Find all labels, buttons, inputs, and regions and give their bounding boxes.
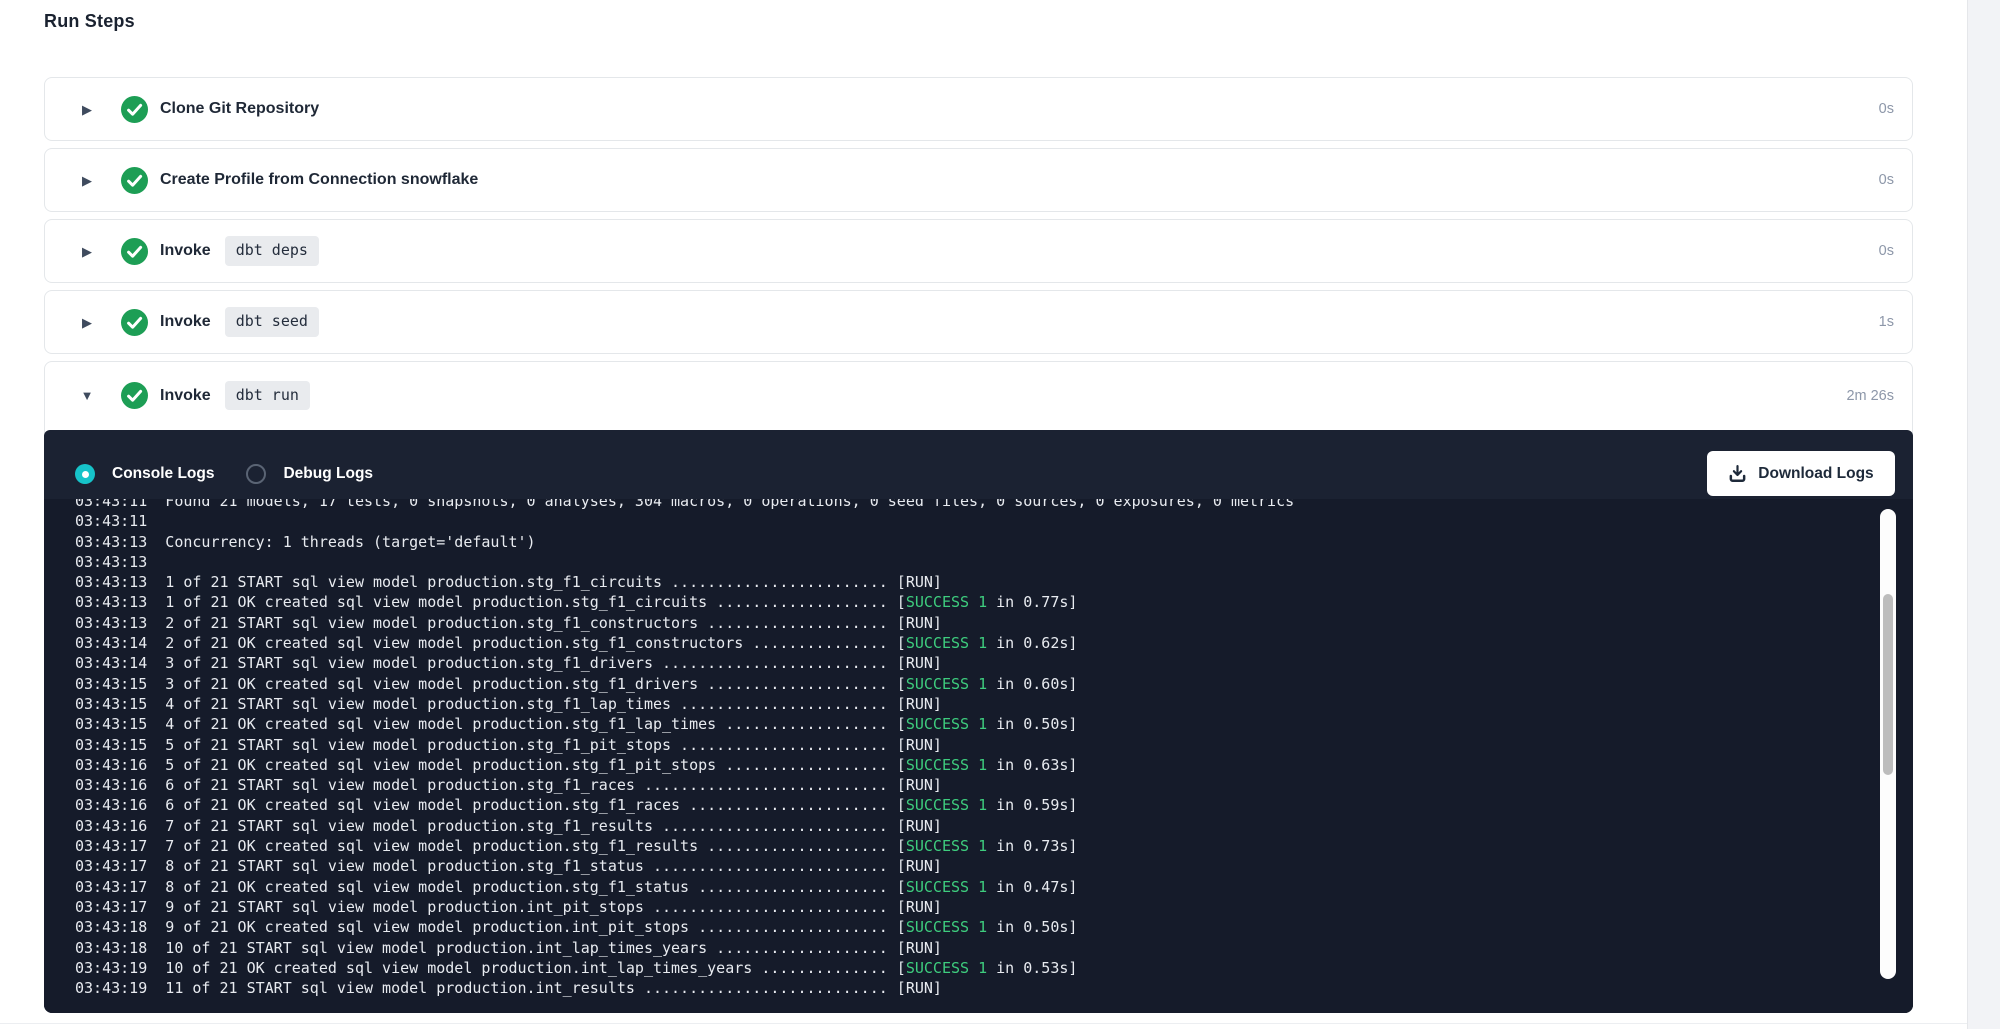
step-duration: 2m 26s (1846, 388, 1894, 404)
step-duration: 1s (1879, 314, 1894, 330)
log-line: 03:43:17 8 of 21 START sql view model pr… (75, 856, 1869, 876)
chevron-down-icon[interactable]: ▼ (79, 389, 95, 402)
log-line: 03:43:14 3 of 21 START sql view model pr… (75, 653, 1869, 673)
terminal-scrollbar-thumb[interactable] (1883, 594, 1893, 775)
log-line: 03:43:13 1 of 21 OK created sql view mod… (75, 592, 1869, 612)
right-gutter (1967, 0, 2000, 1029)
log-panel: Console Logs Debug Logs Download Logs 03… (44, 430, 1913, 1013)
log-line: 03:43:16 7 of 21 START sql view model pr… (75, 816, 1869, 836)
step-command-badge: dbt deps (225, 236, 319, 266)
chevron-right-icon[interactable]: ▶ (79, 245, 95, 258)
success-check-icon (121, 309, 148, 336)
step-title: Create Profile from Connection snowflake (160, 171, 478, 189)
step-title: Invoke (160, 242, 211, 260)
log-line: 03:43:19 10 of 21 OK created sql view mo… (75, 958, 1869, 978)
log-line: 03:43:18 9 of 21 OK created sql view mod… (75, 917, 1869, 937)
log-line: 03:43:13 2 of 21 START sql view model pr… (75, 613, 1869, 633)
radio-unselected-icon (246, 464, 266, 484)
log-line: 03:43:13 (75, 552, 1869, 572)
debug-logs-radio[interactable]: Debug Logs (246, 464, 373, 484)
terminal-log: 03:43:11 Found 21 models, 17 tests, 0 sn… (75, 499, 1869, 998)
log-line: 03:43:16 6 of 21 START sql view model pr… (75, 775, 1869, 795)
step-command-badge: dbt run (225, 381, 310, 411)
download-icon (1728, 464, 1747, 483)
chevron-right-icon[interactable]: ▶ (79, 316, 95, 329)
step-title: Clone Git Repository (160, 100, 319, 118)
log-line: 03:43:17 8 of 21 OK created sql view mod… (75, 877, 1869, 897)
step-duration: 0s (1879, 172, 1894, 188)
step-row[interactable]: ▶ Create Profile from Connection snowfla… (45, 149, 1912, 211)
success-check-icon (121, 167, 148, 194)
step-duration: 0s (1879, 101, 1894, 117)
run-step-dbt-deps: ▶ Invoke dbt deps 0s (44, 219, 1913, 283)
log-line: 03:43:17 7 of 21 OK created sql view mod… (75, 836, 1869, 856)
chevron-right-icon[interactable]: ▶ (79, 174, 95, 187)
success-check-icon (121, 96, 148, 123)
success-check-icon (121, 382, 148, 409)
step-title: Invoke (160, 313, 211, 331)
step-title: Invoke (160, 387, 211, 405)
log-line: 03:43:17 9 of 21 START sql view model pr… (75, 897, 1869, 917)
step-row[interactable]: ▶ Invoke dbt deps 0s (45, 220, 1912, 282)
radio-selected-icon (75, 464, 95, 484)
bottom-divider (0, 1023, 1967, 1024)
step-command-badge: dbt seed (225, 307, 319, 337)
log-line: 03:43:15 5 of 21 START sql view model pr… (75, 735, 1869, 755)
run-steps-page: Run Steps ▶ Clone Git Repository 0s ▶ Cr… (0, 0, 2000, 1029)
log-line: 03:43:13 1 of 21 START sql view model pr… (75, 572, 1869, 592)
log-line: 03:43:16 6 of 21 OK created sql view mod… (75, 795, 1869, 815)
step-row[interactable]: ▼ Invoke dbt run 2m 26s (45, 362, 1912, 429)
log-line: 03:43:16 5 of 21 OK created sql view mod… (75, 755, 1869, 775)
run-step-dbt-run: ▼ Invoke dbt run 2m 26s Console Logs Deb… (44, 361, 1913, 1013)
log-line: 03:43:15 3 of 21 OK created sql view mod… (75, 674, 1869, 694)
download-logs-label: Download Logs (1758, 465, 1873, 483)
log-line: 03:43:19 11 of 21 START sql view model p… (75, 978, 1869, 998)
debug-logs-label: Debug Logs (283, 465, 373, 483)
console-logs-label: Console Logs (112, 465, 214, 483)
log-line: 03:43:13 Concurrency: 1 threads (target=… (75, 532, 1869, 552)
success-check-icon (121, 238, 148, 265)
run-step-dbt-seed: ▶ Invoke dbt seed 1s (44, 290, 1913, 354)
step-row[interactable]: ▶ Clone Git Repository 0s (45, 78, 1912, 140)
log-line: 03:43:15 4 of 21 OK created sql view mod… (75, 714, 1869, 734)
log-line: 03:43:18 10 of 21 START sql view model p… (75, 938, 1869, 958)
step-row[interactable]: ▶ Invoke dbt seed 1s (45, 291, 1912, 353)
run-step-create-profile: ▶ Create Profile from Connection snowfla… (44, 148, 1913, 212)
terminal-scrollbar-track[interactable] (1880, 509, 1896, 979)
download-logs-button[interactable]: Download Logs (1707, 451, 1895, 496)
chevron-right-icon[interactable]: ▶ (79, 103, 95, 116)
log-line: 03:43:15 4 of 21 START sql view model pr… (75, 694, 1869, 714)
console-logs-radio[interactable]: Console Logs (75, 464, 214, 484)
console-log-terminal[interactable]: 03:43:11 Found 21 models, 17 tests, 0 sn… (44, 499, 1913, 1013)
page-title: Run Steps (44, 11, 135, 32)
log-line: 03:43:14 2 of 21 OK created sql view mod… (75, 633, 1869, 653)
run-step-clone-git: ▶ Clone Git Repository 0s (44, 77, 1913, 141)
log-line: 03:43:11 (75, 511, 1869, 531)
step-duration: 0s (1879, 243, 1894, 259)
log-type-switch: Console Logs Debug Logs (75, 464, 373, 484)
log-line: 03:43:11 Found 21 models, 17 tests, 0 sn… (75, 499, 1869, 511)
